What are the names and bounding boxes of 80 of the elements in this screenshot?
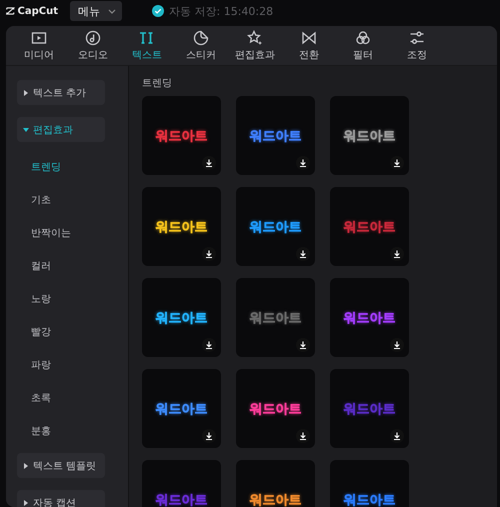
subcategory-item[interactable]: 빨강 (17, 321, 128, 342)
subcategory-item[interactable]: 노랑 (17, 288, 128, 309)
text-style-preset[interactable]: 워드아트 (236, 369, 315, 448)
text-style-preset[interactable]: 워드아트 (236, 96, 315, 175)
text-style-preset[interactable]: 워드아트 (142, 96, 221, 175)
sliders-icon (409, 30, 425, 46)
download-icon (296, 156, 310, 170)
wordart-sample: 워드아트 (250, 126, 302, 144)
text-style-preset[interactable]: 워드아트 (330, 96, 409, 175)
star-sparkle-icon (247, 30, 263, 46)
text-style-preset[interactable]: 워드아트 (330, 460, 409, 507)
wordart-sample: 워드아트 (250, 218, 302, 236)
category-button[interactable]: 편집효과 (17, 117, 105, 142)
wordart-sample: 워드아트 (344, 218, 396, 236)
text-style-preset[interactable]: 워드아트 (142, 369, 221, 448)
play-screen-icon (31, 30, 47, 46)
wordart-sample: 워드아트 (156, 218, 208, 236)
caret-down-icon (23, 126, 29, 132)
download-icon (390, 247, 404, 261)
tab[interactable]: 텍스트 (120, 26, 174, 65)
caret-right-icon (23, 462, 29, 468)
wordart-sample: 워드아트 (344, 126, 396, 144)
wordart-sample: 워드아트 (156, 308, 208, 326)
tab[interactable]: 미디어 (12, 26, 66, 65)
wordart-sample: 워드아트 (250, 490, 302, 507)
download-icon (390, 156, 404, 170)
text-icon (139, 30, 155, 46)
download-icon (390, 338, 404, 352)
download-icon (202, 429, 216, 443)
tab[interactable]: 전환 (282, 26, 336, 65)
subcategory-item[interactable]: 파랑 (17, 354, 128, 375)
logo-icon (6, 6, 15, 16)
category-button[interactable]: 텍스트 추가 (17, 80, 105, 105)
wordart-sample: 워드아트 (344, 490, 396, 507)
wordart-sample: 워드아트 (156, 400, 208, 418)
tab[interactable]: 조정 (390, 26, 444, 65)
app-name: CapCut (18, 6, 58, 16)
wordart-sample: 워드아트 (344, 308, 396, 326)
three-circles-icon (355, 30, 371, 46)
caret-right-icon (23, 500, 29, 506)
text-style-preset[interactable]: 워드아트 (142, 187, 221, 266)
download-icon (202, 156, 216, 170)
category-button[interactable]: 텍스트 템플릿 (17, 453, 105, 478)
sticker-icon (193, 30, 209, 46)
download-icon (296, 338, 310, 352)
subcategory-item[interactable]: 컬러 (17, 255, 128, 276)
wordart-sample: 워드아트 (156, 126, 208, 144)
category-button[interactable]: 자동 캡션 (17, 490, 105, 507)
text-style-preset[interactable]: 워드아트 (236, 460, 315, 507)
wordart-sample: 워드아트 (156, 490, 208, 507)
download-icon (296, 429, 310, 443)
download-icon (202, 338, 216, 352)
caret-right-icon (23, 90, 29, 96)
download-icon (202, 247, 216, 261)
tab[interactable]: 필터 (336, 26, 390, 65)
check-circle-icon (152, 5, 164, 17)
tab[interactable]: 오디오 (66, 26, 120, 65)
tab[interactable]: 편집효과 (228, 26, 282, 65)
tab[interactable]: 스티커 (174, 26, 228, 65)
subcategory-item[interactable]: 반짝이는 (17, 222, 128, 243)
text-style-preset[interactable]: 워드아트 (236, 278, 315, 357)
autosave-status: 자동 저장: 15:40:28 (169, 4, 274, 18)
wordart-sample: 워드아트 (250, 308, 302, 326)
menu-button[interactable]: 메뉴 (70, 1, 122, 21)
text-style-preset[interactable]: 워드아트 (330, 187, 409, 266)
subcategory-item[interactable]: 초록 (17, 387, 128, 408)
subcategory-item[interactable]: 분홍 (17, 420, 128, 441)
download-icon (296, 247, 310, 261)
wordart-sample: 워드아트 (250, 400, 302, 418)
bowtie-icon (301, 30, 317, 46)
subcategory-item[interactable]: 기초 (17, 189, 128, 210)
text-style-preset[interactable]: 워드아트 (236, 187, 315, 266)
wordart-sample: 워드아트 (344, 400, 396, 418)
music-note-icon (85, 30, 101, 46)
section-title: 트렌딩 (142, 77, 173, 90)
text-style-preset[interactable]: 워드아트 (142, 278, 221, 357)
text-style-preset[interactable]: 워드아트 (330, 278, 409, 357)
download-icon (390, 429, 404, 443)
subcategory-item[interactable]: 트렌딩 (17, 156, 128, 177)
chevron-down-icon (108, 8, 116, 14)
